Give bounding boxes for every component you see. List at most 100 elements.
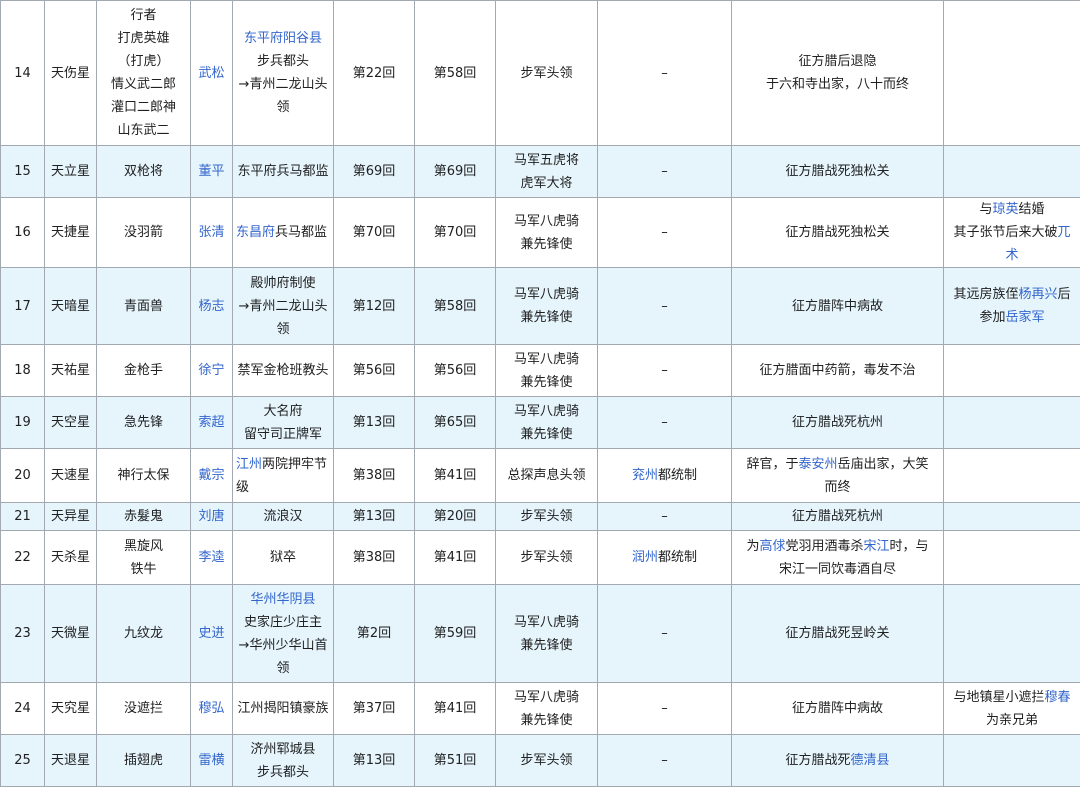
position-cell: 马军八虎骑兼先锋使 — [496, 683, 598, 735]
name-cell: 索超 — [191, 397, 233, 449]
wiki-link[interactable]: 兖州 — [632, 468, 658, 483]
first-appearance-cell: 第12回 — [334, 268, 415, 345]
cell-text: 征方腊阵中病故 — [792, 701, 883, 716]
character-name-link[interactable]: 张清 — [198, 225, 224, 240]
later-office-cell: – — [598, 683, 732, 735]
name-cell: 戴宗 — [191, 449, 233, 503]
wiki-link[interactable]: 穆春 — [1045, 690, 1071, 705]
note-cell — [944, 531, 1080, 585]
character-name-link[interactable]: 李逵 — [198, 550, 224, 565]
character-name-link[interactable]: 雷横 — [198, 753, 224, 768]
later-office-cell: – — [598, 1, 732, 146]
cell-text: 征方腊战死昱岭关 — [785, 626, 889, 641]
note-cell — [944, 146, 1080, 198]
first-appearance-cell: 第69回 — [334, 146, 415, 198]
character-name-link[interactable]: 武松 — [198, 66, 224, 81]
cell-text: 殿帅府制使→青州二龙山头领 — [239, 276, 328, 337]
character-name-link[interactable]: 史进 — [198, 626, 224, 641]
table-body: 14天伤星行者打虎英雄（打虎）情义武二郎灌口二郎神山东武二武松东平府阳谷县步兵都… — [1, 1, 1080, 787]
fate-cell: 征方腊阵中病故 — [732, 683, 944, 735]
first-appearance-cell: 第2回 — [334, 585, 415, 683]
character-name-link[interactable]: 索超 — [198, 415, 224, 430]
note-cell: 其远房族侄杨再兴后参加岳家军 — [944, 268, 1080, 345]
number-cell: 21 — [1, 503, 45, 531]
first-appearance-cell: 第56回 — [334, 345, 415, 397]
number-cell: 24 — [1, 683, 45, 735]
position-cell: 马军八虎骑兼先锋使 — [496, 268, 598, 345]
character-name-link[interactable]: 徐宁 — [198, 363, 224, 378]
origin-cell: 流浪汉 — [233, 503, 334, 531]
cell-text: 辞官，于 — [746, 457, 798, 472]
note-cell — [944, 397, 1080, 449]
fate-cell: 征方腊后退隐于六和寺出家，八十而终 — [732, 1, 944, 146]
join-chapter-cell: 第69回 — [415, 146, 496, 198]
join-chapter-cell: 第58回 — [415, 268, 496, 345]
wiki-link[interactable]: 东平府阳谷县 — [244, 31, 322, 46]
note-cell — [944, 449, 1080, 503]
character-name-link[interactable]: 董平 — [198, 164, 224, 179]
later-office-cell: – — [598, 397, 732, 449]
character-name-link[interactable]: 穆弘 — [198, 701, 224, 716]
character-name-link[interactable]: 戴宗 — [198, 468, 224, 483]
origin-cell: 华州华阴县史家庄少庄主→华州少华山首领 — [233, 585, 334, 683]
join-chapter-cell: 第70回 — [415, 198, 496, 268]
nickname-cell: 九纹龙 — [97, 585, 191, 683]
first-appearance-cell: 第70回 — [334, 198, 415, 268]
table-row: 23天微星九纹龙史进华州华阴县史家庄少庄主→华州少华山首领第2回第59回马军八虎… — [1, 585, 1080, 683]
wiki-link[interactable]: 润州 — [632, 550, 658, 565]
cell-text: 征方腊战死 — [785, 753, 850, 768]
fate-cell: 征方腊战死德清县 — [732, 735, 944, 787]
origin-cell: 殿帅府制使→青州二龙山头领 — [233, 268, 334, 345]
character-name-link[interactable]: 杨志 — [198, 299, 224, 314]
number-cell: 25 — [1, 735, 45, 787]
cell-text: 步兵都头→青州二龙山头领 — [239, 54, 328, 115]
star-cell: 天究星 — [45, 683, 97, 735]
name-cell: 董平 — [191, 146, 233, 198]
number-cell: 17 — [1, 268, 45, 345]
table-row: 24天究星没遮拦穆弘江州揭阳镇豪族第37回第41回马军八虎骑兼先锋使–征方腊阵中… — [1, 683, 1080, 735]
origin-cell: 东昌府兵马都监 — [233, 198, 334, 268]
wiki-link[interactable]: 琼英 — [992, 202, 1018, 217]
later-office-cell: – — [598, 503, 732, 531]
table-row: 21天异星赤髮鬼刘唐流浪汉第13回第20回步军头领–征方腊战死杭州 — [1, 503, 1080, 531]
origin-cell: 东平府兵马都监 — [233, 146, 334, 198]
fate-cell: 为高俅党羽用酒毒杀宋江时，与宋江一同饮毒酒自尽 — [732, 531, 944, 585]
later-office-cell: 兖州都统制 — [598, 449, 732, 503]
wiki-link[interactable]: 华州华阴县 — [250, 592, 315, 607]
note-cell — [944, 345, 1080, 397]
wiki-link[interactable]: 东昌府 — [236, 225, 275, 240]
cell-text: 党羽用酒毒杀 — [785, 539, 863, 554]
first-appearance-cell: 第38回 — [334, 531, 415, 585]
nickname-cell: 双枪将 — [97, 146, 191, 198]
number-cell: 20 — [1, 449, 45, 503]
position-cell: 马军八虎骑兼先锋使 — [496, 397, 598, 449]
first-appearance-cell: 第22回 — [334, 1, 415, 146]
wiki-link[interactable]: 岳家军 — [1006, 310, 1045, 325]
nickname-cell: 插翅虎 — [97, 735, 191, 787]
table-row: 15天立星双枪将董平东平府兵马都监第69回第69回马军五虎将虎军大将–征方腊战死… — [1, 146, 1080, 198]
character-table: 14天伤星行者打虎英雄（打虎）情义武二郎灌口二郎神山东武二武松东平府阳谷县步兵都… — [0, 0, 1080, 787]
note-cell: 与地镇星小遮拦穆春为亲兄弟 — [944, 683, 1080, 735]
wiki-link[interactable]: 高俅 — [759, 539, 785, 554]
wiki-link[interactable]: 德清县 — [851, 753, 890, 768]
cell-text: 征方腊战死独松关 — [785, 164, 889, 179]
note-cell — [944, 585, 1080, 683]
wiki-link[interactable]: 杨再兴 — [1018, 287, 1057, 302]
name-cell: 雷横 — [191, 735, 233, 787]
table-row: 25天退星插翅虎雷横济州郓城县步兵都头第13回第51回步军头领–征方腊战死德清县 — [1, 735, 1080, 787]
cell-text: 为亲兄弟 — [986, 713, 1038, 728]
wiki-link[interactable]: 江州 — [236, 457, 262, 472]
wiki-link[interactable]: 宋江 — [864, 539, 890, 554]
cell-text: 征方腊后退隐于六和寺出家，八十而终 — [766, 54, 909, 92]
character-name-link[interactable]: 刘唐 — [198, 509, 224, 524]
fate-cell: 征方腊战死杭州 — [732, 503, 944, 531]
cell-text: 为 — [746, 539, 759, 554]
nickname-cell: 青面兽 — [97, 268, 191, 345]
first-appearance-cell: 第13回 — [334, 735, 415, 787]
cell-text: 岳庙出家，大笑而终 — [824, 457, 928, 495]
cell-text: 东平府兵马都监 — [237, 164, 328, 179]
wiki-link[interactable]: 泰安州 — [798, 457, 837, 472]
cell-text: 其远房族侄 — [953, 287, 1018, 302]
star-cell: 天立星 — [45, 146, 97, 198]
cell-text: 流浪汉 — [263, 509, 302, 524]
